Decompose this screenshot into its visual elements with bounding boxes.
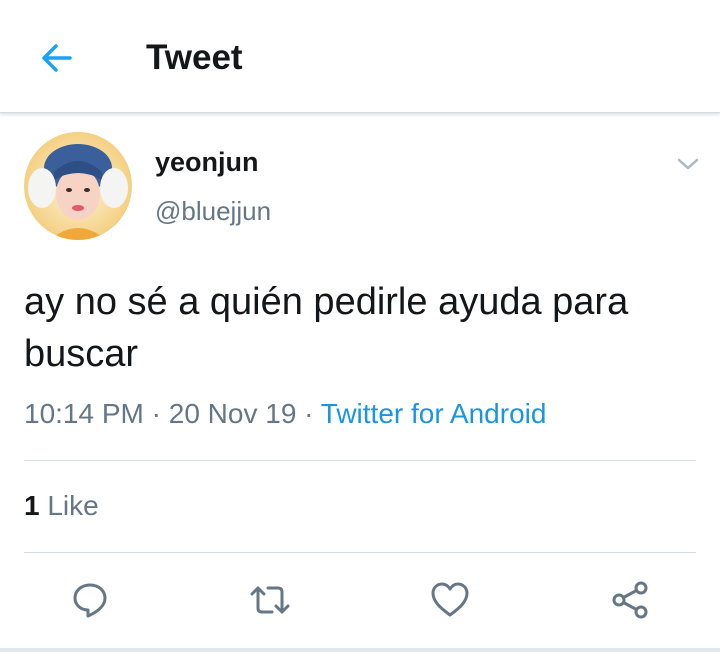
chevron-down-icon bbox=[677, 158, 699, 170]
more-options-button[interactable] bbox=[672, 150, 704, 178]
like-button[interactable] bbox=[428, 578, 472, 622]
page-title: Tweet bbox=[146, 38, 243, 77]
tweet-text: ay no sé a quién pedirle ayuda para busc… bbox=[24, 281, 629, 375]
share-icon bbox=[612, 581, 648, 619]
top-bar: Tweet bbox=[0, 0, 720, 113]
tweet-date: 20 Nov 19 bbox=[168, 398, 297, 429]
author-name[interactable]: yeonjun bbox=[155, 147, 259, 178]
share-button[interactable] bbox=[608, 578, 652, 622]
arrow-left-icon bbox=[42, 44, 72, 72]
back-button[interactable] bbox=[34, 38, 78, 78]
bottom-divider bbox=[0, 648, 720, 652]
divider bbox=[24, 460, 696, 461]
reply-button[interactable] bbox=[68, 578, 112, 622]
avatar[interactable] bbox=[24, 132, 132, 240]
tweet-meta: 10:14 PM · 20 Nov 19 · Twitter for Andro… bbox=[24, 398, 546, 430]
author-handle[interactable]: @bluejjun bbox=[155, 196, 271, 227]
tweet-time: 10:14 PM bbox=[24, 398, 144, 429]
meta-separator: · bbox=[143, 398, 169, 429]
reply-icon bbox=[73, 583, 107, 618]
likes-label: Like bbox=[47, 490, 99, 521]
heart-icon bbox=[431, 582, 469, 617]
retweet-button[interactable] bbox=[248, 578, 292, 622]
likes-count[interactable]: 1 Like bbox=[24, 490, 99, 522]
retweet-icon bbox=[250, 586, 290, 614]
meta-separator: · bbox=[296, 398, 321, 429]
tweet-source-link[interactable]: Twitter for Android bbox=[321, 398, 547, 429]
divider bbox=[24, 552, 696, 553]
likes-number: 1 bbox=[24, 490, 40, 521]
